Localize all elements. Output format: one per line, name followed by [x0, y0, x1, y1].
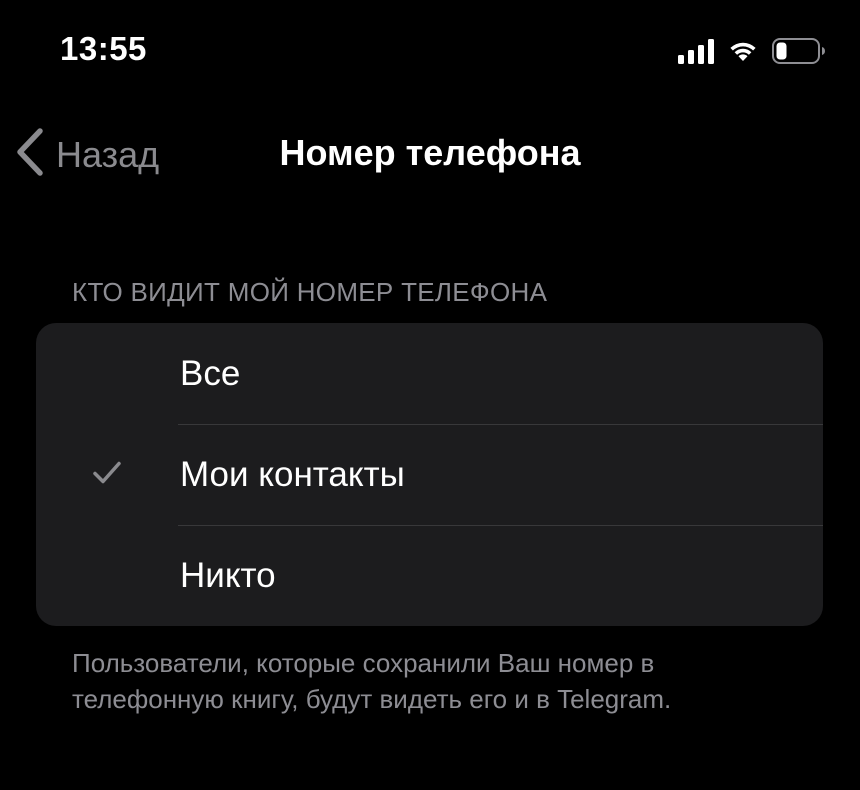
- section-footer: Пользователи, которые сохранили Ваш номе…: [72, 648, 672, 714]
- signal-icon: [678, 38, 714, 64]
- options-group: Все Мои контакты Никто: [36, 323, 823, 626]
- option-label: Все: [180, 353, 241, 393]
- checkmark-icon: [92, 460, 122, 489]
- option-label: Мои контакты: [180, 454, 405, 494]
- option-everyone[interactable]: Все: [36, 323, 823, 424]
- status-time: 13:55: [60, 30, 147, 67]
- section-header: КТО ВИДИТ МОЙ НОМЕР ТЕЛЕФОНА: [72, 277, 548, 307]
- wifi-icon: [728, 39, 758, 63]
- nav-bar: Назад Номер телефона: [0, 108, 860, 198]
- page-title: Номер телефона: [279, 132, 581, 173]
- option-nobody[interactable]: Никто: [36, 525, 823, 626]
- battery-icon: [772, 38, 826, 64]
- status-bar: 13:55: [0, 0, 860, 100]
- status-icons: [678, 38, 826, 64]
- option-my-contacts[interactable]: Мои контакты: [36, 424, 823, 525]
- option-label: Никто: [180, 555, 276, 595]
